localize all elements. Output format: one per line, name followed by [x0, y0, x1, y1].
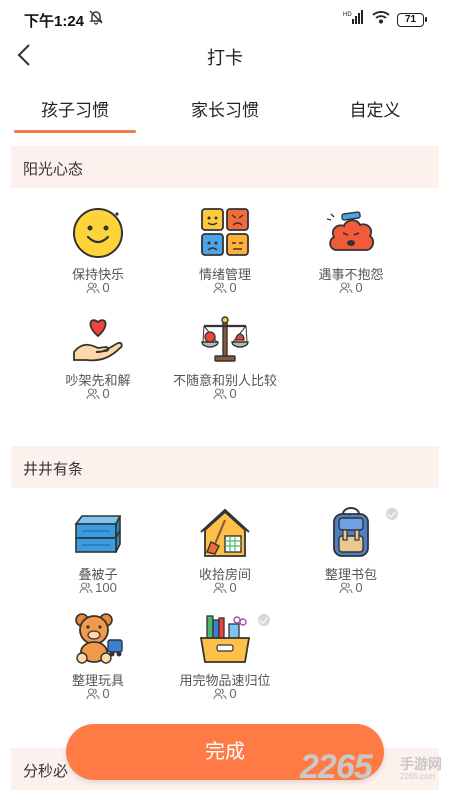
habit-count-value: 100 — [95, 580, 117, 595]
wifi-icon — [372, 10, 390, 29]
tab-bar: 孩子习惯 家长习惯 自定义 — [0, 88, 450, 138]
backpack-icon — [333, 507, 369, 557]
habit-count-value: 0 — [355, 580, 363, 595]
folded-quilt-icon — [74, 515, 122, 553]
habit-item[interactable]: 不随意和别人比较 0 — [150, 312, 300, 412]
tab-parent-habits[interactable]: 家长习惯 — [172, 96, 278, 121]
section-title: 井井有条 — [23, 461, 84, 478]
section-title: 分秒必 — [23, 763, 69, 780]
section-header-orderly: 井井有条 — [11, 446, 439, 488]
status-time: 下午1:24 — [24, 13, 85, 30]
svg-text:HD: HD — [343, 12, 352, 18]
users-icon — [339, 581, 353, 593]
angry-cloud-icon — [326, 211, 375, 251]
users-icon — [213, 387, 227, 399]
habit-count: 0 — [276, 580, 426, 595]
emotion-faces-icon — [201, 208, 249, 256]
habit-count-value: 0 — [102, 280, 110, 295]
habit-count-value: 0 — [229, 686, 237, 701]
users-icon — [213, 581, 227, 593]
storage-box-icon — [199, 615, 251, 663]
habit-count: 0 — [150, 686, 300, 701]
users-icon — [213, 687, 227, 699]
habit-item[interactable]: 整理书包 0 — [276, 506, 426, 606]
habit-count: 0 — [150, 386, 300, 401]
habit-count: 0 — [276, 280, 426, 295]
tab-child-habits[interactable]: 孩子习惯 — [22, 96, 128, 121]
watermark-text: 手游网 — [400, 756, 442, 772]
users-icon — [86, 387, 100, 399]
battery-indicator: 71 — [397, 12, 427, 27]
section-header-sunny-mindset: 阳光心态 — [11, 146, 439, 188]
habit-count-value: 0 — [355, 280, 363, 295]
bell-muted-icon — [88, 9, 104, 30]
users-icon — [339, 281, 353, 293]
completed-check-icon — [258, 614, 270, 626]
habit-item[interactable]: 用完物品速归位 0 — [150, 612, 300, 712]
habit-count-value: 0 — [102, 386, 110, 401]
watermark-url: 2265.com — [400, 772, 436, 781]
balance-scale-icon — [201, 316, 249, 362]
habit-count-value: 0 — [229, 386, 237, 401]
tab-custom[interactable]: 自定义 — [330, 96, 420, 121]
teddy-bear-icon — [75, 613, 123, 664]
watermark-number: 2265 — [300, 748, 373, 786]
page-title: 打卡 — [207, 48, 243, 68]
habit-count-value: 0 — [102, 686, 110, 701]
section-title: 阳光心态 — [23, 161, 84, 178]
tab-active-indicator — [14, 130, 136, 133]
completed-check-icon — [386, 508, 398, 520]
habit-count-value: 0 — [229, 580, 237, 595]
smiley-face-icon — [73, 208, 123, 258]
users-icon — [79, 581, 93, 593]
users-icon — [86, 687, 100, 699]
house-broom-icon — [200, 508, 250, 557]
heart-in-hand-icon — [73, 319, 123, 362]
status-bar: 下午1:24 HD 71 — [0, 0, 450, 38]
habit-count-value: 0 — [229, 280, 237, 295]
habit-item[interactable]: 遇事不抱怨 0 — [276, 206, 426, 306]
signal-icon: HD — [343, 10, 365, 29]
header: 打卡 — [0, 38, 450, 74]
watermark-logo: 2265 手游网 2265.com — [300, 748, 450, 788]
users-icon — [86, 281, 100, 293]
users-icon — [213, 281, 227, 293]
